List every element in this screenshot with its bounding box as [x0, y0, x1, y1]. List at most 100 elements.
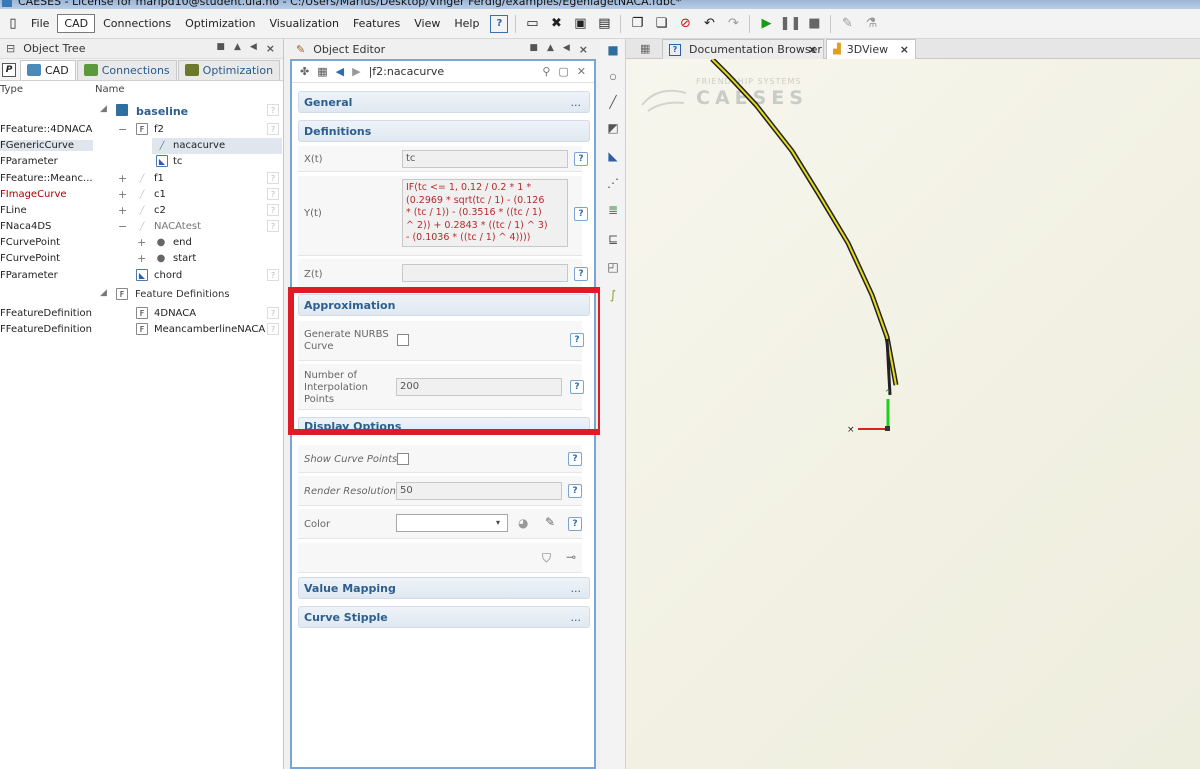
help-icon[interactable]: ?	[267, 188, 279, 200]
more-icon[interactable]: ...	[571, 582, 582, 595]
help-icon[interactable]: ?	[267, 220, 279, 232]
expander-icon[interactable]: ◢	[100, 288, 107, 298]
tree-row-c2[interactable]: FLine + ╱ c2 ?	[0, 203, 283, 219]
window-icon[interactable]: ▭	[523, 15, 541, 33]
spring-icon[interactable]: ∫	[606, 288, 620, 302]
stop-run-icon[interactable]: ■	[805, 15, 823, 33]
play-icon[interactable]: ▶	[757, 15, 775, 33]
tab-cad[interactable]: CAD	[20, 59, 76, 80]
expander-icon[interactable]: −	[118, 220, 127, 233]
section-value-mapping[interactable]: Value Mapping ...	[298, 577, 590, 599]
tree-row-f1[interactable]: FFeature::Meanc... + ╱ f1 ?	[0, 171, 283, 187]
tree-row-feature-definitions[interactable]: ◢ F Feature Definitions	[0, 287, 283, 303]
layout-icon[interactable]: ▦	[640, 42, 650, 55]
close-icon[interactable]: ×	[266, 42, 275, 55]
section-general[interactable]: General ...	[298, 91, 590, 113]
more-icon[interactable]: ...	[571, 96, 582, 109]
menu-file[interactable]: File	[25, 15, 55, 32]
tree-row-chord[interactable]: FParameter ◣ chord ?	[0, 268, 283, 284]
menu-optimization[interactable]: Optimization	[179, 15, 261, 32]
more-icon[interactable]: ...	[571, 611, 582, 624]
3d-viewport[interactable]: FRIENDSHIP SYSTEMS CAESES ⌃ ×	[626, 59, 1200, 769]
copy-icon[interactable]: ❐	[628, 15, 646, 33]
help-icon[interactable]: ?	[568, 484, 582, 498]
expander-icon[interactable]: ◢	[100, 104, 107, 114]
expander-icon[interactable]: −	[118, 123, 127, 136]
close-project-icon[interactable]: ✖	[547, 15, 565, 33]
help-icon[interactable]: ?	[267, 104, 279, 116]
tab-3dview[interactable]: ▟ 3DView ×	[826, 39, 916, 59]
list-icon[interactable]: ▦	[317, 65, 327, 78]
menu-cad[interactable]: CAD	[57, 14, 96, 33]
color-select[interactable]	[396, 514, 508, 532]
close-icon[interactable]: ×	[579, 43, 588, 56]
undo-icon[interactable]: ↶	[700, 15, 718, 33]
tree-row-start[interactable]: FCurvePoint + ● start	[0, 251, 283, 267]
menu-view[interactable]: View	[408, 15, 446, 32]
help-icon[interactable]: ?	[568, 452, 582, 466]
redo-icon[interactable]: ↷	[724, 15, 742, 33]
help-icon[interactable]: ?	[267, 123, 279, 135]
tab-connections[interactable]: Connections	[76, 59, 177, 80]
tree-row-nacatest[interactable]: FNaca4DS − ╱ NACAtest ?	[0, 219, 283, 235]
help-icon[interactable]: ?	[267, 204, 279, 216]
collapse-left-icon[interactable]: ◀	[250, 42, 257, 55]
flask-icon[interactable]: ⚗	[862, 15, 880, 33]
folder-icon[interactable]: ■	[606, 43, 620, 57]
help-icon[interactable]: ?	[267, 307, 279, 319]
tree-row-4dnaca[interactable]: FFeatureDefinition F 4DNACA ?	[0, 306, 283, 322]
save-icon[interactable]: ▣	[571, 15, 589, 33]
stack-icon[interactable]: ≣	[606, 203, 620, 217]
tab-optimization[interactable]: Optimization	[177, 59, 281, 80]
render-resolution-input[interactable]: 50	[396, 482, 562, 500]
pause-icon[interactable]: ❚❚	[780, 15, 802, 33]
menu-connections[interactable]: Connections	[97, 15, 177, 32]
window-icon[interactable]: ▢	[558, 65, 568, 78]
help-icon[interactable]: ?	[574, 207, 588, 221]
curve-icon[interactable]: ╱	[606, 95, 620, 109]
paste-icon[interactable]: ❏	[652, 15, 670, 33]
p-badge[interactable]: P	[2, 62, 16, 77]
edit-icon[interactable]: ✎	[545, 515, 555, 529]
help-icon[interactable]: ?	[267, 269, 279, 281]
forward-icon[interactable]: ▶	[352, 65, 360, 78]
measure-icon[interactable]: ◰	[606, 260, 620, 274]
help-icon[interactable]: ?	[574, 152, 588, 166]
palette-icon[interactable]: ◕	[518, 516, 528, 530]
help-icon[interactable]: ?	[490, 14, 509, 33]
close-icon[interactable]: ×	[900, 43, 909, 56]
column-name[interactable]: Name	[95, 84, 125, 95]
x-input[interactable]: tc	[402, 150, 568, 168]
dots-icon[interactable]: ⋰	[606, 176, 620, 190]
save-as-icon[interactable]: ▤	[595, 15, 613, 33]
image-icon[interactable]: ◣	[606, 149, 620, 163]
profile-icon[interactable]: ⊑	[606, 232, 620, 246]
expander-icon[interactable]: +	[137, 236, 146, 249]
edit-icon[interactable]: ✎	[838, 15, 856, 33]
section-definitions[interactable]: Definitions	[298, 120, 590, 142]
tab-documentation-browser[interactable]: ? Documentation Browser ×	[662, 39, 824, 59]
float-icon[interactable]: ■	[216, 42, 225, 55]
help-icon[interactable]: ?	[574, 267, 588, 281]
show-curve-points-checkbox[interactable]	[397, 453, 409, 465]
surface-icon[interactable]: ◩	[606, 121, 620, 135]
expander-icon[interactable]: +	[118, 204, 127, 217]
tree-row-baseline[interactable]: ◢ baseline ?	[0, 103, 283, 119]
menu-features[interactable]: Features	[347, 15, 406, 32]
tree-row-c1[interactable]: FImageCurve + ╱ c1 ?	[0, 187, 283, 203]
back-icon[interactable]: ◀	[336, 65, 344, 78]
y-formula-input[interactable]: IF(tc <= 1, 0.12 / 0.2 * 1 * (0.2969 * s…	[402, 179, 568, 247]
chevron-down-icon[interactable]: ▾	[496, 518, 500, 527]
expander-icon[interactable]: +	[118, 188, 127, 201]
tree-row-tc[interactable]: FParameter ◣ tc	[0, 154, 283, 170]
tree-row-nacacurve[interactable]: FGenericCurve ╱ nacacurve	[0, 138, 283, 154]
close-icon[interactable]: ×	[808, 43, 817, 56]
collapse-up-icon[interactable]: ▲	[547, 43, 554, 56]
stop-icon[interactable]: ⊘	[676, 15, 694, 33]
help-icon[interactable]: ?	[568, 517, 582, 531]
close-icon[interactable]: ✕	[577, 65, 586, 78]
tree-row-end[interactable]: FCurvePoint + ● end	[0, 235, 283, 251]
layout-icon[interactable]: ▯	[4, 15, 22, 33]
expander-icon[interactable]: +	[118, 172, 127, 185]
tree-row-f2[interactable]: FFeature::4DNACA − F f2 ?	[0, 122, 283, 138]
